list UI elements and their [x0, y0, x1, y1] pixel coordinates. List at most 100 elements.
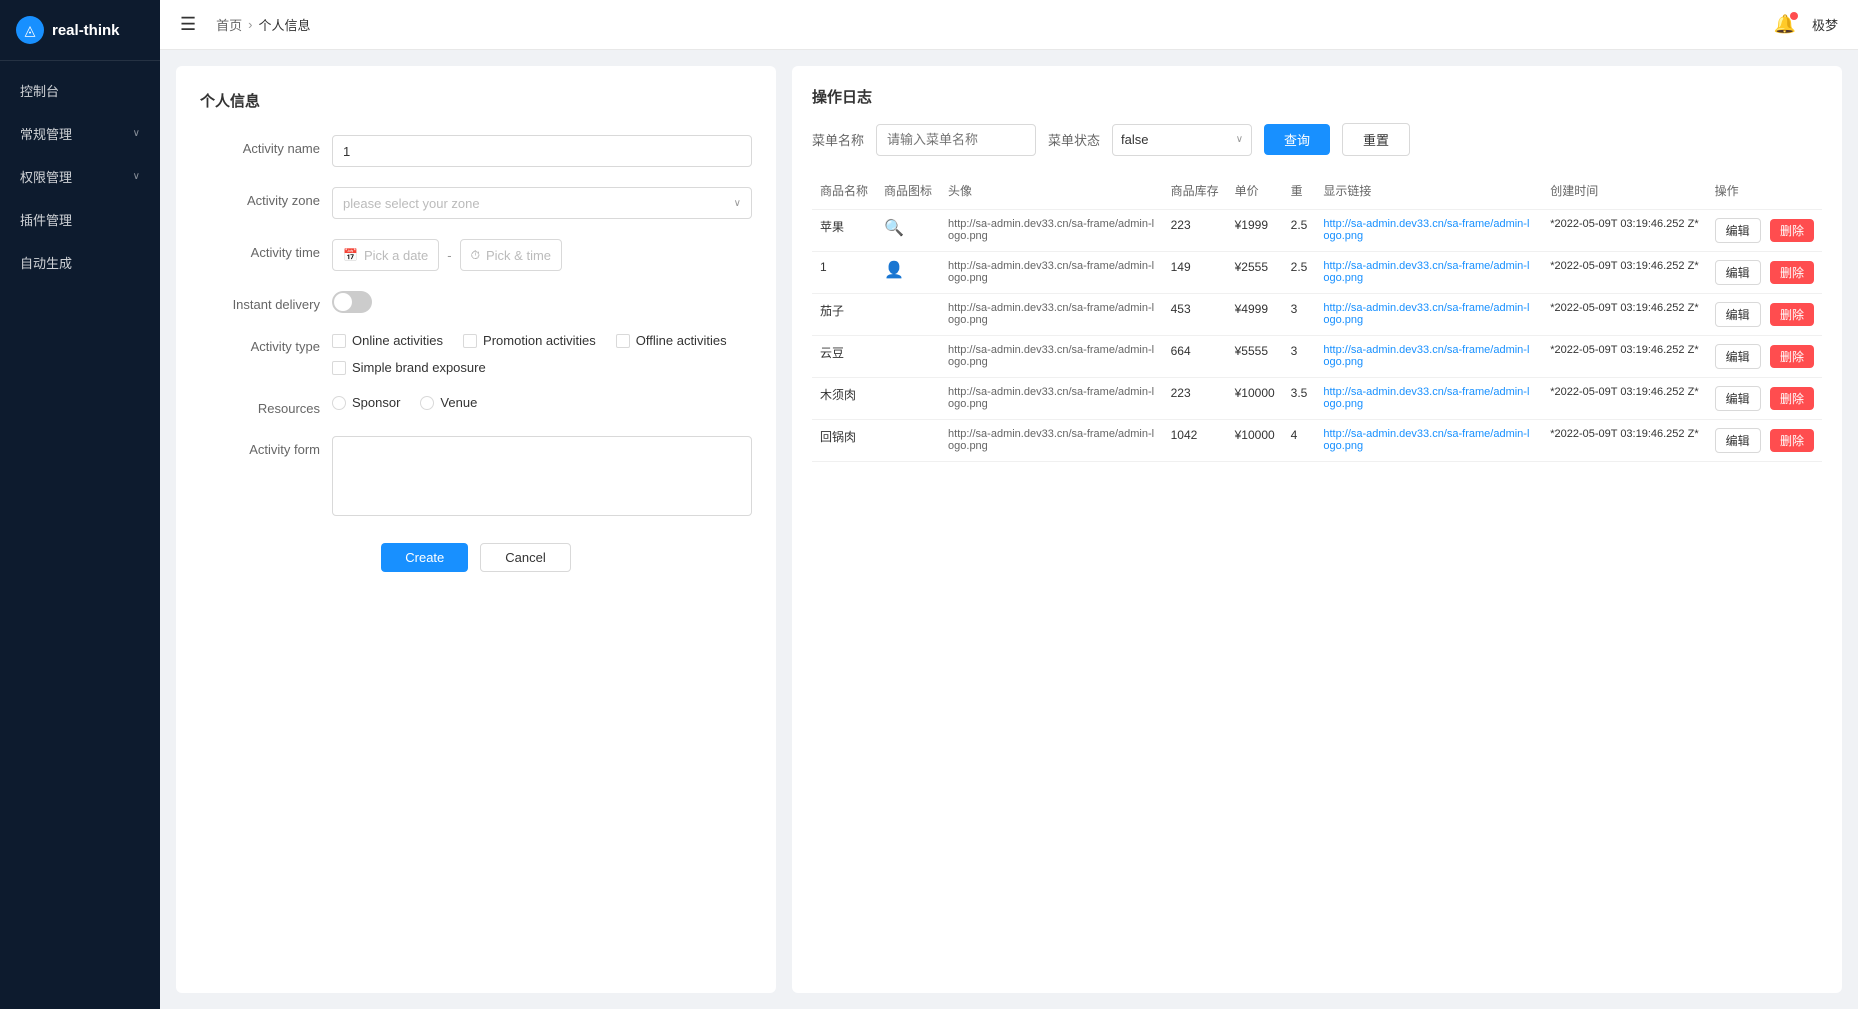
table-row: 回锅肉 http://sa-admin.dev33.cn/sa-frame/ad… [812, 420, 1822, 462]
cell-weight: 3 [1283, 294, 1316, 336]
cell-actions: 编辑 删除 [1707, 252, 1822, 294]
menu-status-label: 菜单状态 [1048, 130, 1100, 149]
instant-delivery-toggle[interactable] [332, 291, 372, 313]
cell-product-icon [876, 336, 940, 378]
cell-created: *2022-05-09T 03:19:46.252 Z* [1542, 252, 1706, 294]
cell-link[interactable]: http://sa-admin.dev33.cn/sa-frame/admin-… [1315, 336, 1542, 378]
cancel-button[interactable]: Cancel [480, 543, 570, 572]
sidebar-item-permission[interactable]: 权限管理 ∨ [0, 155, 160, 198]
cell-link[interactable]: http://sa-admin.dev33.cn/sa-frame/admin-… [1315, 210, 1542, 252]
cell-product-name: 回锅肉 [812, 420, 876, 462]
cell-price: ¥5555 [1227, 336, 1283, 378]
checkbox-online[interactable]: Online activities [332, 333, 443, 348]
sidebar-nav: 控制台 常规管理 ∨ 权限管理 ∨ 插件管理 自动生成 [0, 61, 160, 1009]
cell-product-icon: 👤 [876, 252, 940, 294]
radio-venue[interactable]: Venue [420, 395, 477, 410]
instant-delivery-label: Instant delivery [200, 291, 320, 312]
date-picker[interactable]: 📅 Pick a date [332, 239, 439, 271]
cell-stock: 1042 [1163, 420, 1227, 462]
query-button[interactable]: 查询 [1264, 124, 1330, 155]
activity-name-input[interactable] [332, 135, 752, 167]
menu-status-select[interactable]: false ∨ [1112, 124, 1252, 156]
cell-actions: 编辑 删除 [1707, 210, 1822, 252]
sidebar-item-plugin[interactable]: 插件管理 [0, 198, 160, 241]
delete-button[interactable]: 删除 [1770, 429, 1814, 452]
time-placeholder: Pick & time [486, 248, 551, 263]
cell-product-name: 1 [812, 252, 876, 294]
breadcrumb-separator: › [248, 17, 252, 32]
cell-created: *2022-05-09T 03:19:46.252 Z* [1542, 420, 1706, 462]
edit-button[interactable]: 编辑 [1715, 428, 1761, 453]
delete-button[interactable]: 删除 [1770, 303, 1814, 326]
hamburger-icon[interactable]: ☰ [180, 14, 196, 35]
edit-button[interactable]: 编辑 [1715, 344, 1761, 369]
activity-type-row: Activity type Online activities Promotio… [200, 333, 752, 375]
cell-link[interactable]: http://sa-admin.dev33.cn/sa-frame/admin-… [1315, 294, 1542, 336]
checkbox-box [616, 334, 630, 348]
edit-button[interactable]: 编辑 [1715, 260, 1761, 285]
cell-link[interactable]: http://sa-admin.dev33.cn/sa-frame/admin-… [1315, 378, 1542, 420]
delete-button[interactable]: 删除 [1770, 261, 1814, 284]
activity-name-row: Activity name [200, 135, 752, 167]
menu-name-input[interactable] [876, 124, 1036, 156]
chevron-down-icon: ∨ [133, 128, 140, 139]
col-created: 创建时间 [1542, 172, 1706, 210]
cell-weight: 2.5 [1283, 252, 1316, 294]
activity-zone-select[interactable]: please select your zone ∨ [332, 187, 752, 219]
logo-icon: ◬ [16, 16, 44, 44]
cell-avatar: http://sa-admin.dev33.cn/sa-frame/admin-… [940, 378, 1163, 420]
delete-button[interactable]: 删除 [1770, 387, 1814, 410]
table-row: 木须肉 http://sa-admin.dev33.cn/sa-frame/ad… [812, 378, 1822, 420]
activity-type-checkboxes: Online activities Promotion activities O… [332, 333, 752, 375]
username: 极梦 [1812, 15, 1838, 34]
personal-info-panel: 个人信息 Activity name Activity zone please … [176, 66, 776, 993]
activity-form-control [332, 436, 752, 519]
activity-form-textarea[interactable] [332, 436, 752, 516]
personal-info-title: 个人信息 [200, 90, 752, 111]
activity-type-label: Activity type [200, 333, 320, 354]
checkbox-promotion-label: Promotion activities [483, 333, 596, 348]
cell-product-name: 云豆 [812, 336, 876, 378]
edit-button[interactable]: 编辑 [1715, 218, 1761, 243]
sidebar-item-autogen[interactable]: 自动生成 [0, 241, 160, 284]
cell-stock: 223 [1163, 210, 1227, 252]
breadcrumb-home[interactable]: 首页 [216, 15, 242, 34]
time-picker[interactable]: ⏱ Pick & time [460, 239, 562, 271]
reset-button[interactable]: 重置 [1342, 123, 1410, 156]
checkbox-offline[interactable]: Offline activities [616, 333, 727, 348]
cell-stock: 453 [1163, 294, 1227, 336]
delete-button[interactable]: 删除 [1770, 345, 1814, 368]
cell-product-name: 木须肉 [812, 378, 876, 420]
delete-button[interactable]: 删除 [1770, 219, 1814, 242]
operations-log-panel: 操作日志 菜单名称 菜单状态 false ∨ 查询 重置 商品名称 [792, 66, 1842, 993]
cell-created: *2022-05-09T 03:19:46.252 Z* [1542, 378, 1706, 420]
cell-link[interactable]: http://sa-admin.dev33.cn/sa-frame/admin-… [1315, 420, 1542, 462]
instant-delivery-control [332, 291, 752, 313]
checkbox-brand[interactable]: Simple brand exposure [332, 360, 486, 375]
cell-price: ¥2555 [1227, 252, 1283, 294]
cell-link[interactable]: http://sa-admin.dev33.cn/sa-frame/admin-… [1315, 252, 1542, 294]
date-placeholder: Pick a date [364, 248, 428, 263]
activity-form-row: Activity form [200, 436, 752, 519]
col-product-icon: 商品图标 [876, 172, 940, 210]
checkbox-promotion[interactable]: Promotion activities [463, 333, 596, 348]
cell-created: *2022-05-09T 03:19:46.252 Z* [1542, 294, 1706, 336]
cell-price: ¥10000 [1227, 420, 1283, 462]
sidebar-item-dashboard[interactable]: 控制台 [0, 69, 160, 112]
radio-circle [332, 396, 346, 410]
edit-button[interactable]: 编辑 [1715, 302, 1761, 327]
edit-button[interactable]: 编辑 [1715, 386, 1761, 411]
cell-product-icon [876, 294, 940, 336]
notification-wrapper: 🔔 [1774, 14, 1796, 35]
sidebar-item-routine[interactable]: 常规管理 ∨ [0, 112, 160, 155]
cell-product-icon [876, 420, 940, 462]
clock-icon: ⏱ [471, 248, 480, 263]
table-header-row: 商品名称 商品图标 头像 商品库存 单价 重 显示链接 创建时间 操作 [812, 172, 1822, 210]
logo-area: ◬ real-think [0, 0, 160, 61]
chevron-down-icon: ∨ [133, 171, 140, 182]
checkbox-offline-label: Offline activities [636, 333, 727, 348]
radio-sponsor[interactable]: Sponsor [332, 395, 400, 410]
activity-name-label: Activity name [200, 135, 320, 156]
create-button[interactable]: Create [381, 543, 468, 572]
cell-actions: 编辑 删除 [1707, 336, 1822, 378]
